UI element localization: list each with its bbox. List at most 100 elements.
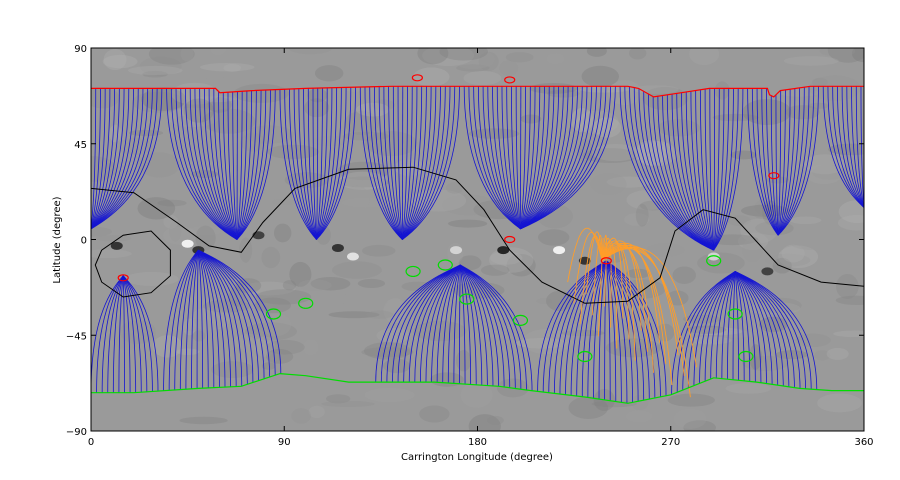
- bg-patch: [697, 252, 745, 274]
- bg-patch: [672, 266, 696, 284]
- bg-patch: [394, 84, 436, 100]
- bg-patch: [795, 333, 831, 347]
- bg-patch: [239, 237, 253, 263]
- bg-patch: [343, 84, 364, 92]
- bg-patch: [419, 405, 450, 423]
- bg-patch: [109, 124, 122, 143]
- active-region-spot: [450, 246, 463, 255]
- bg-patch: [308, 405, 325, 419]
- y-tick-label: −90: [66, 427, 87, 438]
- active-region-spot: [761, 267, 774, 276]
- bg-patch: [628, 48, 647, 60]
- bg-patch: [590, 173, 627, 196]
- active-region-spot: [346, 252, 359, 261]
- y-tick-label: 90: [74, 44, 87, 55]
- y-tick-label: −45: [66, 331, 87, 342]
- bg-patch: [538, 229, 570, 246]
- bg-patch: [167, 319, 222, 332]
- bg-patch: [261, 313, 292, 337]
- bg-patch: [298, 279, 332, 292]
- bg-patch: [417, 48, 449, 65]
- bg-patch: [304, 98, 330, 118]
- bg-patch: [267, 144, 320, 160]
- bg-patch: [581, 65, 619, 88]
- bg-patch: [179, 416, 228, 425]
- bg-patch: [819, 48, 856, 57]
- bg-patch: [463, 70, 502, 86]
- y-tick-label: 0: [81, 236, 87, 247]
- x-axis-label: Carrington Longitude (degree): [401, 452, 553, 463]
- bg-patch: [520, 114, 542, 124]
- bg-patch: [240, 132, 266, 152]
- x-tick-label: 270: [661, 437, 680, 448]
- bg-patch: [742, 237, 763, 263]
- bg-patch: [357, 278, 386, 288]
- bg-patch: [460, 382, 493, 408]
- bg-patch: [805, 164, 843, 185]
- bg-patch: [714, 81, 730, 100]
- bg-patch: [725, 383, 772, 394]
- bg-patch: [192, 330, 206, 342]
- bg-patch: [499, 60, 519, 76]
- bg-patch: [625, 409, 653, 423]
- bg-patch: [487, 415, 504, 426]
- bg-patch: [211, 361, 255, 378]
- bg-patch: [430, 372, 464, 387]
- bg-patch: [314, 65, 344, 82]
- x-tick-label: 180: [468, 437, 487, 448]
- bg-patch: [223, 63, 242, 73]
- bg-patch: [455, 350, 472, 372]
- bg-patch: [311, 135, 349, 147]
- bg-patch: [332, 261, 382, 279]
- y-tick-label: 45: [74, 140, 87, 151]
- bg-patch: [783, 56, 839, 66]
- active-region-spot: [181, 239, 194, 248]
- bg-patch: [809, 75, 861, 101]
- bg-patch: [730, 150, 757, 160]
- bg-patch: [480, 264, 510, 276]
- bg-patch: [303, 339, 319, 356]
- bg-patch: [631, 395, 649, 411]
- bg-patch: [673, 408, 707, 429]
- bg-patch: [413, 67, 450, 87]
- bg-patch: [365, 310, 394, 319]
- active-region-spot: [553, 246, 566, 255]
- field-line-chart: 0 90 180 270 360 −90 −45 0 45 90 Carrington Long…: [52, 44, 874, 463]
- active-region-spot: [252, 231, 265, 240]
- bg-patch: [152, 335, 183, 358]
- bg-patch: [445, 182, 464, 194]
- bg-patch: [229, 286, 246, 307]
- bg-patch: [343, 185, 370, 212]
- bg-patch: [586, 48, 607, 57]
- bg-patch: [342, 288, 388, 313]
- bg-patch: [689, 336, 732, 345]
- bg-patch: [836, 273, 859, 299]
- bg-patch: [102, 54, 138, 69]
- bg-patch: [838, 200, 864, 224]
- bg-patch: [91, 249, 132, 259]
- bg-patch: [128, 65, 183, 76]
- bg-patch: [273, 223, 292, 243]
- bg-patch: [529, 82, 578, 94]
- bg-patch: [373, 79, 397, 86]
- bg-patch: [362, 244, 396, 257]
- bg-patch: [148, 48, 195, 65]
- bg-patch: [291, 408, 312, 424]
- bg-patch: [282, 280, 296, 291]
- bg-patch: [791, 238, 838, 251]
- x-tick-label: 0: [88, 437, 94, 448]
- bg-patch: [667, 393, 715, 407]
- bg-patch: [364, 387, 415, 403]
- y-axis-label: Latitude (degree): [52, 196, 63, 283]
- x-tick-label: 90: [278, 437, 291, 448]
- bg-patch: [261, 246, 281, 269]
- bg-patch: [833, 330, 864, 338]
- bg-patch: [646, 243, 685, 257]
- bg-patch: [826, 347, 849, 360]
- bg-patch: [447, 219, 488, 228]
- bg-patch: [321, 400, 375, 407]
- bg-patch: [789, 216, 822, 225]
- bg-patch: [686, 325, 727, 334]
- bg-patch: [255, 289, 312, 305]
- bg-patch: [689, 48, 720, 66]
